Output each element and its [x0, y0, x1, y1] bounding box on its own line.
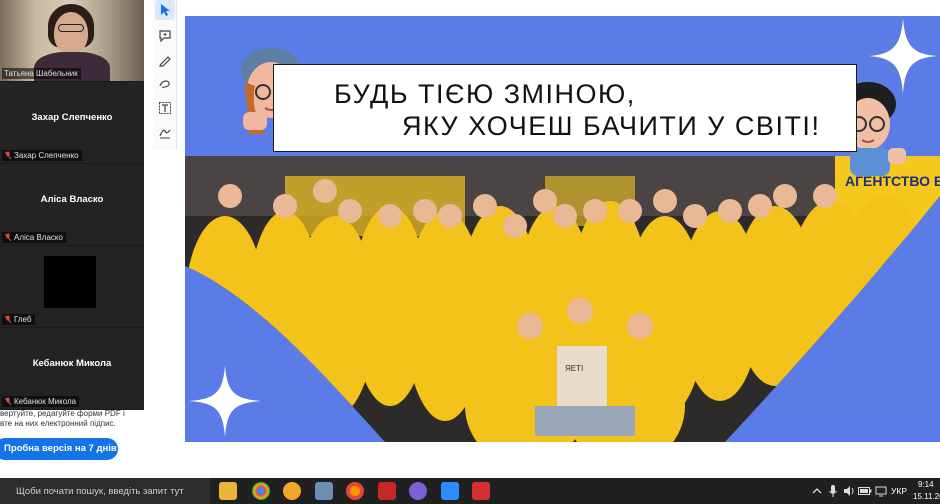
weather-icon[interactable]: [283, 482, 301, 500]
network-icon[interactable]: [875, 485, 887, 497]
clock-date[interactable]: 15.11.20: [913, 492, 940, 501]
promo-line-2: вте на них електронний підпис.: [0, 419, 116, 428]
cursor-icon: [161, 4, 170, 16]
group-photo: АГЕНТСТВО ВОЛОНТЕРСТВА: [185, 156, 940, 442]
language-indicator[interactable]: УКР: [891, 486, 907, 496]
participant-tile[interactable]: Захар Слепченко Захар Слепченко: [0, 82, 144, 163]
text-tool[interactable]: [155, 98, 175, 118]
participant-tile[interactable]: Глеб: [0, 246, 144, 327]
participant-name-label: Захар Слепченко: [14, 151, 79, 160]
slide-title-line-1: БУДЬ ТІЄЮ ЗМІНОЮ,: [334, 79, 636, 109]
firefox-icon[interactable]: [346, 482, 364, 500]
participant-display-name: Захар Слепченко: [31, 112, 113, 123]
participant-name-label: Глеб: [14, 315, 32, 324]
participant-tile[interactable]: Кебанюк Микола Кебанюк Микола: [0, 328, 144, 409]
slide-title-box: БУДЬ ТІЄЮ ЗМІНОЮ, ЯКУ ХОЧЕШ БАЧИТИ У СВІ…: [273, 64, 857, 152]
draw-tool[interactable]: [155, 74, 175, 94]
participant-tile-presenter[interactable]: Татьяна Шабельник: [0, 0, 144, 81]
freehand-icon: [159, 80, 170, 88]
pen-icon: [159, 56, 171, 67]
zoom-icon[interactable]: [441, 482, 459, 500]
presenter-face: [54, 12, 88, 54]
pdf-promo-panel: вертуйте, редагуйте форми PDF і вте на н…: [0, 400, 148, 478]
viber-icon[interactable]: [409, 482, 427, 500]
annotation-toolbar: [153, 0, 177, 150]
clock-time[interactable]: 9:14: [918, 480, 934, 489]
presenter-glasses: [58, 24, 84, 32]
presentation-slide: АГЕНТСТВО ВОЛОНТЕРСТВА: [185, 16, 940, 442]
calculator-icon[interactable]: [315, 482, 333, 500]
participant-caption: Кебанюк Микола: [2, 396, 80, 407]
participant-caption: Татьяна Шабельник: [2, 68, 81, 79]
participant-caption: Захар Слепченко: [2, 150, 82, 161]
mic-muted-icon: [4, 151, 12, 160]
signature-icon: [159, 129, 171, 139]
sparkle-star-icon: [189, 365, 261, 437]
battery-icon[interactable]: [858, 486, 872, 496]
taskbar-search-box[interactable]: Щоби почати пошук, введіть запит тут: [0, 478, 210, 504]
text-box-icon: [159, 102, 171, 114]
slide-title-line-2: ЯКУ ХОЧЕШ БАЧИТИ У СВІТІ!: [402, 111, 821, 141]
participant-caption: Аліса Власко: [2, 232, 66, 243]
mic-muted-icon: [4, 233, 12, 242]
participant-name-label: Кебанюк Микола: [14, 397, 77, 406]
windows-taskbar: Щоби почати пошук, введіть запит тут УКР…: [0, 478, 940, 504]
screen: вертуйте, редагуйте форми PDF і вте на н…: [0, 0, 940, 504]
select-tool[interactable]: [155, 0, 175, 20]
participant-caption: Глеб: [2, 314, 35, 325]
comment-add-icon: [159, 30, 171, 43]
comment-tool[interactable]: [155, 26, 175, 46]
pdf-reader-icon[interactable]: [472, 482, 490, 500]
mic-muted-icon: [4, 315, 12, 324]
participant-display-name: Кебанюк Микола: [32, 358, 112, 369]
search-placeholder: Щоби почати пошук, введіть запит тут: [16, 485, 184, 497]
sign-tool[interactable]: [155, 122, 175, 142]
participant-tile[interactable]: Аліса Власко Аліса Власко: [0, 164, 144, 245]
free-trial-button[interactable]: Пробна версія на 7 днів: [0, 438, 118, 460]
shirt-text: ЯЕТІ: [565, 364, 583, 373]
chevron-up-icon[interactable]: [812, 486, 822, 496]
participant-name-label: Аліса Власко: [14, 233, 63, 242]
video-recorder-icon[interactable]: [378, 482, 396, 500]
file-explorer-icon[interactable]: [219, 482, 237, 500]
promo-line-1: вертуйте, редагуйте форми PDF і: [0, 409, 125, 418]
microphone-icon[interactable]: [828, 484, 838, 498]
participant-name-label: Татьяна Шабельник: [4, 69, 78, 78]
mic-muted-icon: [4, 397, 12, 406]
participant-video: [44, 256, 96, 308]
chrome-icon[interactable]: [252, 482, 270, 500]
participant-display-name: Аліса Власко: [40, 194, 104, 205]
speaker-icon[interactable]: [843, 485, 855, 497]
zoom-participants-panel: Татьяна Шабельник Захар Слепченко Захар …: [0, 0, 144, 410]
promo-text: вертуйте, редагуйте форми PDF і вте на н…: [0, 409, 140, 429]
highlight-tool[interactable]: [155, 50, 175, 70]
